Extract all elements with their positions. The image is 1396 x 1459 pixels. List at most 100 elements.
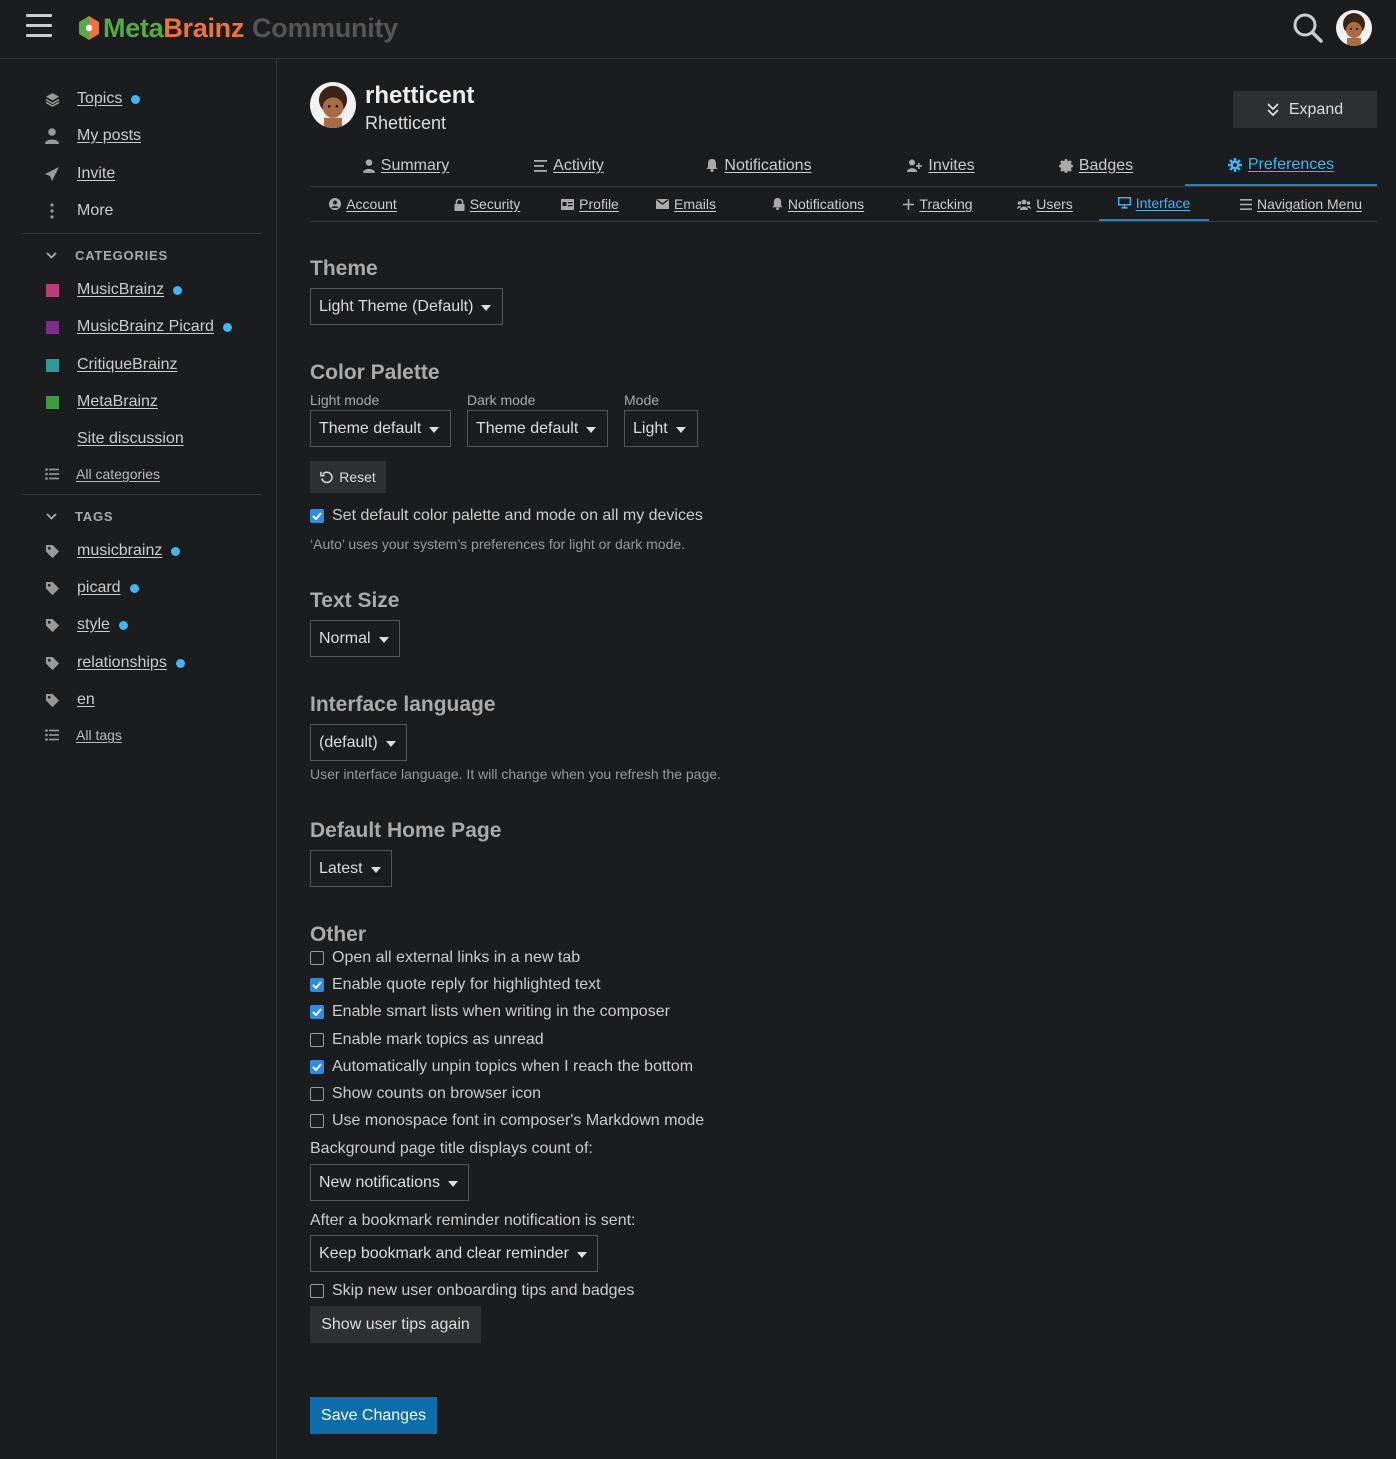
checkbox-label: Skip new user onboarding tips and badges: [332, 1282, 635, 1299]
sidebar-item-invite[interactable]: Invite: [44, 163, 115, 185]
save-changes-button[interactable]: Save Changes: [310, 1397, 437, 1434]
option-skip-onboarding[interactable]: Skip new user onboarding tips and badges: [310, 1281, 634, 1301]
hamburger-menu-icon[interactable]: [26, 14, 52, 38]
bars-icon: [1239, 198, 1252, 210]
expand-label: Expand: [1288, 100, 1344, 118]
reset-button[interactable]: Reset: [310, 461, 386, 493]
tab-users[interactable]: Users: [1008, 187, 1082, 221]
caret-down-icon: [378, 636, 389, 643]
sidebar-item-label: en: [77, 691, 95, 708]
checkbox[interactable]: [310, 1060, 324, 1074]
option-monospace-font[interactable]: Use monospace font in composer's Markdow…: [310, 1111, 704, 1131]
tab-interface[interactable]: Interface: [1099, 187, 1209, 221]
tab-navigation-menu[interactable]: Navigation Menu: [1225, 187, 1377, 221]
user-icon: [362, 158, 375, 173]
sidebar-tag-en[interactable]: en: [44, 689, 95, 711]
tag-icon: [44, 580, 60, 596]
tags-section-header[interactable]: TAGS: [44, 508, 113, 524]
checkbox[interactable]: [310, 978, 324, 992]
plus-icon: [903, 198, 915, 210]
checkbox[interactable]: [310, 1033, 324, 1047]
option-smart-lists[interactable]: Enable smart lists when writing in the c…: [310, 1002, 670, 1022]
sidebar-divider: [22, 494, 261, 495]
show-user-tips-button[interactable]: Show user tips again: [310, 1306, 481, 1343]
sidebar-category-site-discussion[interactable]: Site discussion: [44, 428, 184, 450]
tab-label: Notifications: [787, 196, 865, 212]
username: rhetticent: [365, 82, 475, 109]
tab-account[interactable]: Account: [310, 187, 416, 221]
text-size-select-value: Normal: [319, 629, 371, 647]
expand-button[interactable]: Expand: [1233, 91, 1377, 128]
caret-down-icon: [675, 426, 686, 433]
light-mode-select[interactable]: Theme default: [310, 410, 451, 447]
sidebar-tag-musicbrainz[interactable]: musicbrainz: [44, 540, 181, 562]
default-home-page-select-value: Latest: [319, 859, 363, 877]
sidebar-item-label: Topics: [77, 90, 123, 107]
light-mode-label: Light mode: [310, 392, 380, 408]
other-heading: Other: [310, 923, 367, 946]
sidebar-item-my-posts[interactable]: My posts: [44, 125, 141, 147]
mode-select[interactable]: Light: [624, 410, 698, 447]
option-mark-topics-unread[interactable]: Enable mark topics as unread: [310, 1030, 544, 1050]
site-logo[interactable]: Meta Brainz Community: [78, 10, 398, 46]
sidebar-item-label: musicbrainz: [77, 542, 163, 559]
user-full-name: Rhetticent: [365, 113, 447, 133]
sidebar-category-critiquebrainz[interactable]: CritiqueBrainz: [44, 354, 177, 376]
checkbox[interactable]: [310, 1087, 324, 1101]
theme-select[interactable]: Light Theme (Default): [310, 288, 503, 325]
option-external-links-new-tab[interactable]: Open all external links in a new tab: [310, 948, 580, 968]
tab-emails[interactable]: Emails: [650, 187, 722, 221]
checkbox[interactable]: [310, 509, 324, 523]
sidebar: Topics My posts Invite More CATEGORIES M…: [0, 59, 277, 1459]
checkbox[interactable]: [310, 1114, 324, 1128]
tab-label: Account: [346, 196, 397, 212]
tab-notifications[interactable]: Notifications: [678, 145, 840, 186]
tab-preferences[interactable]: Preferences: [1185, 145, 1377, 186]
option-auto-unpin[interactable]: Automatically unpin topics when I reach …: [310, 1057, 693, 1077]
tab-label: Badges: [1078, 156, 1134, 174]
color-palette-heading: Color Palette: [310, 361, 440, 384]
default-palette-all-devices-checkbox[interactable]: Set default color palette and mode on al…: [310, 506, 703, 526]
sidebar-item-topics[interactable]: Topics: [44, 88, 141, 110]
tab-security[interactable]: Security: [434, 187, 540, 221]
user-avatar[interactable]: [310, 82, 356, 128]
sidebar-tag-picard[interactable]: picard: [44, 577, 139, 599]
bookmark-reminder-select[interactable]: Keep bookmark and clear reminder: [310, 1235, 598, 1272]
sidebar-category-musicbrainz[interactable]: MusicBrainz: [44, 279, 183, 301]
sidebar-divider: [22, 233, 261, 234]
sidebar-all-tags[interactable]: All tags: [44, 726, 122, 744]
sidebar-item-more[interactable]: More: [44, 200, 113, 222]
checkbox[interactable]: [310, 1284, 324, 1298]
caret-down-icon: [385, 740, 396, 747]
checkbox-label: Automatically unpin topics when I reach …: [332, 1058, 694, 1075]
option-quote-reply[interactable]: Enable quote reply for highlighted text: [310, 975, 601, 995]
title-count-select[interactable]: New notifications: [310, 1164, 469, 1201]
sidebar-tag-style[interactable]: style: [44, 614, 128, 636]
tab-profile[interactable]: Profile: [545, 187, 635, 221]
text-size-select[interactable]: Normal: [310, 620, 400, 657]
tab-activity[interactable]: Activity: [494, 145, 644, 186]
user-nav-tabs: Summary Activity Notifications Invites B…: [310, 145, 1377, 187]
categories-section-header[interactable]: CATEGORIES: [44, 247, 168, 263]
sidebar-category-metabrainz[interactable]: MetaBrainz: [44, 391, 158, 413]
sidebar-tag-relationships[interactable]: relationships: [44, 652, 185, 674]
caret-down-icon: [481, 304, 492, 311]
current-user-avatar[interactable]: [1336, 10, 1372, 46]
checkbox[interactable]: [310, 1005, 324, 1019]
categories-heading: CATEGORIES: [75, 247, 168, 263]
list-icon: [44, 729, 60, 741]
checkbox[interactable]: [310, 951, 324, 965]
tab-summary[interactable]: Summary: [310, 145, 502, 186]
interface-language-select[interactable]: (default): [310, 724, 407, 761]
search-icon[interactable]: [1292, 12, 1324, 44]
checkbox-label: Use monospace font in composer's Markdow…: [332, 1112, 705, 1129]
sidebar-all-categories[interactable]: All categories: [44, 465, 160, 483]
option-browser-icon-counts[interactable]: Show counts on browser icon: [310, 1084, 541, 1104]
tab-tracking[interactable]: Tracking: [894, 187, 982, 221]
dark-mode-select[interactable]: Theme default: [467, 410, 608, 447]
tab-pref-notifications[interactable]: Notifications: [750, 187, 886, 221]
default-home-page-select[interactable]: Latest: [310, 850, 392, 887]
tab-badges[interactable]: Badges: [1026, 145, 1166, 186]
tab-invites[interactable]: Invites: [866, 145, 1016, 186]
sidebar-category-musicbrainz-picard[interactable]: MusicBrainz Picard: [44, 316, 232, 338]
